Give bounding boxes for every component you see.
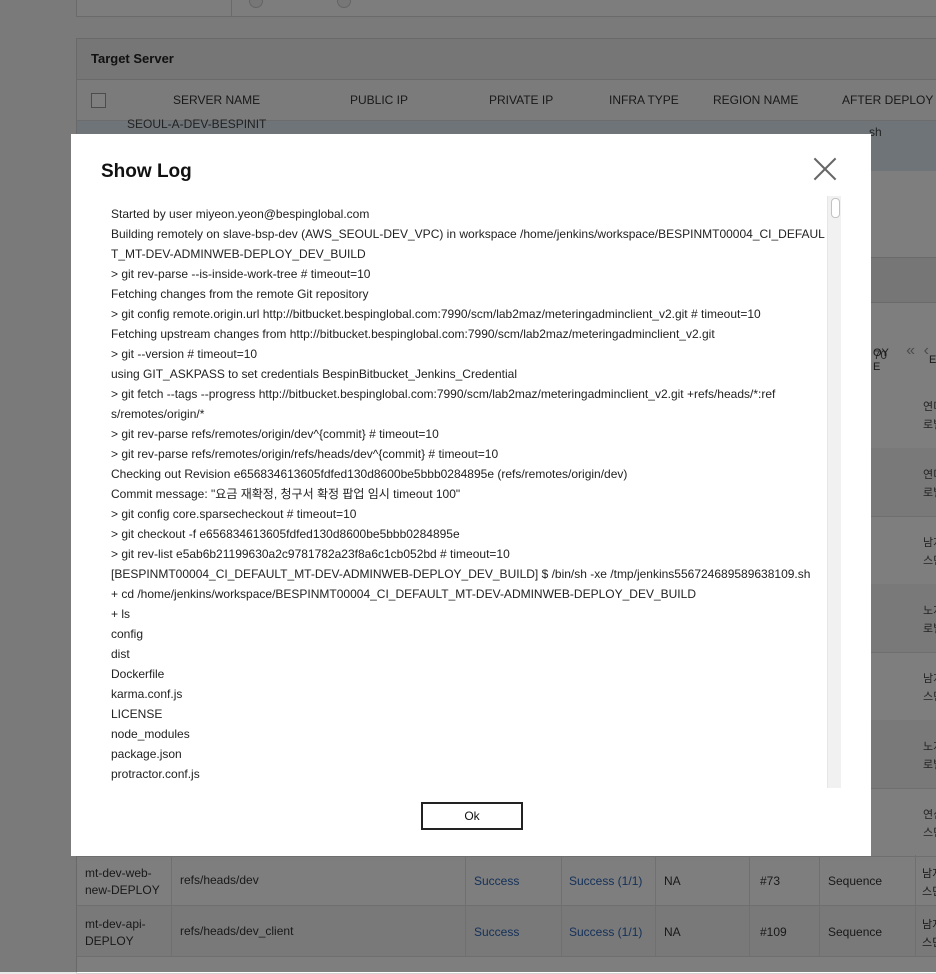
log-line: + cd /home/jenkins/workspace/BESPINMT000… <box>111 587 696 601</box>
log-line: dist <box>111 647 130 661</box>
log-line: > git checkout -f e656834613605fdfed130d… <box>111 527 460 541</box>
log-output[interactable]: Started by user miyeon.yeon@bespinglobal… <box>101 196 841 788</box>
close-icon[interactable] <box>812 156 838 182</box>
show-log-dialog: Show Log Started by user miyeon.yeon@bes… <box>71 134 871 856</box>
log-line: Fetching upstream changes from http://bi… <box>111 327 715 341</box>
log-line: package.json <box>111 747 182 761</box>
log-line: Started by user miyeon.yeon@bespinglobal… <box>111 207 370 221</box>
log-line: > git rev-list e5ab6b21199630a2c9781782a… <box>111 547 510 561</box>
ok-button[interactable]: Ok <box>421 802 523 830</box>
log-line: LICENSE <box>111 707 163 721</box>
scrollbar-thumb[interactable] <box>831 198 840 218</box>
log-line: Commit message: "요금 재확정, 청구서 확정 팝업 임시 ti… <box>111 487 461 501</box>
log-line: > git rev-parse refs/remotes/origin/dev^… <box>111 427 439 441</box>
log-line: > git fetch --tags --progress http://bit… <box>111 387 776 401</box>
log-scrollbar[interactable] <box>827 196 841 788</box>
log-line: T_MT-DEV-ADMINWEB-DEPLOY_DEV_BUILD <box>111 247 366 261</box>
log-line: config <box>111 627 144 641</box>
log-line: + ls <box>111 607 131 621</box>
log-line: Building remotely on slave-bsp-dev (AWS_… <box>111 227 825 241</box>
log-line: > git rev-parse refs/remotes/origin/refs… <box>111 447 499 461</box>
log-line: protractor.conf.js <box>111 767 200 781</box>
log-line: node_modules <box>111 727 190 741</box>
log-line: > git config remote.origin.url http://bi… <box>111 307 761 321</box>
dialog-title: Show Log <box>101 161 192 182</box>
log-text: Started by user miyeon.yeon@bespinglobal… <box>111 204 825 784</box>
log-line: s/remotes/origin/* <box>111 407 205 421</box>
log-line: > git --version # timeout=10 <box>111 347 258 361</box>
log-line: [BESPINMT00004_CI_DEFAULT_MT-DEV-ADMINWE… <box>111 567 811 581</box>
log-line: Dockerfile <box>111 667 165 681</box>
log-line: karma.conf.js <box>111 687 183 701</box>
log-line: Fetching changes from the remote Git rep… <box>111 287 369 301</box>
log-line: Checking out Revision e656834613605fdfed… <box>111 467 628 481</box>
log-line: > git config core.sparsecheckout # timeo… <box>111 507 357 521</box>
log-line: using GIT_ASKPASS to set credentials Bes… <box>111 367 517 381</box>
log-line: > git rev-parse --is-inside-work-tree # … <box>111 267 371 281</box>
